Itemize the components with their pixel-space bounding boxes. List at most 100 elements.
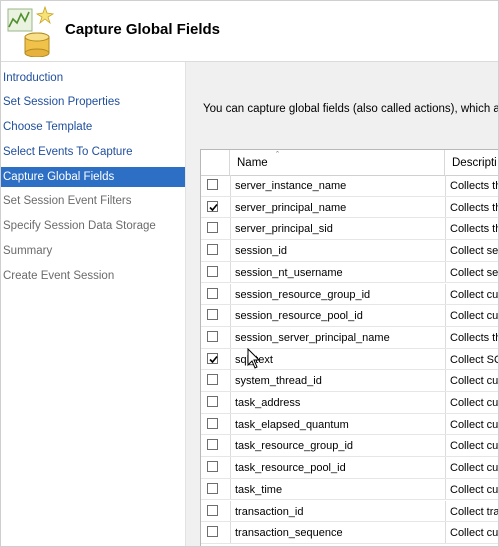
sidebar-item-create-event-session: Create Event Session — [1, 266, 185, 286]
table-row[interactable]: sql_textCollect SQ — [201, 348, 499, 371]
description-column-label: Descripti — [452, 157, 497, 169]
field-checkbox[interactable] — [207, 222, 218, 234]
sidebar-item-label: Set Session Properties — [3, 96, 120, 108]
column-divider — [230, 218, 231, 240]
field-description-cell: Collect cu — [450, 375, 499, 388]
table-row[interactable]: transaction_sequence Collect cu — [201, 522, 499, 544]
field-name-cell: server_principal_sid — [235, 223, 333, 236]
column-divider — [445, 283, 446, 305]
column-divider — [445, 175, 446, 196]
column-divider — [445, 326, 446, 348]
sidebar-item-label: Capture Global Fields — [3, 171, 115, 183]
table-row[interactable]: session_server_principal_name Collects th — [201, 326, 498, 349]
sidebar-item-label: Introduction — [3, 72, 64, 84]
column-divider — [230, 522, 231, 543]
field-description-cell: Collect cu — [450, 288, 499, 301]
column-divider — [445, 305, 446, 326]
field-checkbox[interactable] — [207, 439, 218, 451]
table-row[interactable]: task_time Collect cu — [201, 478, 498, 501]
field-name-cell: session_nt_username — [235, 266, 343, 279]
table-row[interactable]: session_resource_pool_id Collect cu — [201, 305, 499, 327]
field-name-cell: session_resource_group_id — [235, 288, 371, 301]
sidebar-item-summary: Summary — [1, 241, 185, 261]
table-row[interactable]: task_elapsed_quantum Collect cu — [201, 413, 498, 436]
sidebar-item-set-session-event-filters: Set Session Event Filters — [1, 191, 185, 211]
checkbox-column-header[interactable] — [201, 150, 230, 175]
field-checkbox[interactable] — [207, 417, 218, 429]
page-description: You can capture global fields (also call… — [203, 103, 499, 115]
column-divider — [445, 218, 446, 240]
column-divider — [230, 240, 231, 261]
table-row[interactable]: session_nt_username Collect ses — [201, 261, 498, 284]
field-checkbox[interactable] — [207, 265, 218, 277]
table-row[interactable]: session_id Collect ses — [201, 240, 498, 262]
column-divider — [230, 413, 231, 435]
table-row[interactable]: task_resource_pool_id Collect cu — [201, 457, 498, 479]
sidebar-item-specify-session-data-storage: Specify Session Data Storage — [1, 216, 185, 236]
wizard-window: Capture Global Fields Introduction Set Se… — [0, 0, 499, 547]
field-checkbox[interactable] — [207, 179, 218, 190]
column-divider — [445, 240, 446, 261]
field-checkbox[interactable] — [207, 461, 218, 473]
field-checkbox[interactable] — [207, 309, 218, 321]
table-row[interactable]: task_address Collect cu — [201, 392, 498, 414]
field-name-cell: task_time — [235, 483, 283, 496]
table-row[interactable]: system_thread_id Collect cu — [201, 370, 499, 392]
field-name-cell: transaction_id — [235, 505, 304, 518]
sidebar-item-select-events-to-capture[interactable]: Select Events To Capture — [1, 142, 185, 162]
sidebar-item-label: Specify Session Data Storage — [3, 220, 156, 232]
mouse-cursor-icon — [247, 348, 261, 369]
column-divider — [230, 283, 231, 305]
field-description-cell: Collect cu — [450, 527, 499, 540]
column-divider — [230, 478, 231, 500]
column-divider — [445, 457, 446, 478]
global-fields-grid[interactable]: Name ˆ Descripti server_instance_name Col… — [200, 149, 499, 546]
column-divider — [230, 435, 231, 457]
column-divider — [445, 478, 446, 500]
field-name-cell: task_address — [235, 397, 301, 409]
field-checkbox[interactable] — [207, 330, 218, 342]
sidebar-item-label: Summary — [3, 245, 53, 257]
column-divider — [230, 500, 231, 522]
name-column-header[interactable]: Name ˆ — [230, 150, 445, 175]
column-divider — [445, 348, 446, 370]
sidebar-item-label: Choose Template — [3, 121, 93, 133]
field-checkbox[interactable] — [207, 287, 218, 299]
main-panel: You can capture global fields (also call… — [185, 62, 499, 546]
sidebar-item-label: Set Session Event Filters — [3, 195, 132, 207]
field-description-cell: Collect SQ — [450, 353, 499, 366]
table-row[interactable]: transaction_id Collect tra — [201, 500, 498, 523]
table-row[interactable]: session_resource_group_id Collect cu — [201, 283, 499, 306]
field-checkbox[interactable] — [207, 244, 218, 256]
sidebar-item-label: Select Events To Capture — [3, 146, 133, 158]
field-description-cell: Collects th — [450, 223, 499, 236]
field-description-cell: Collect cu — [450, 310, 499, 323]
field-checkbox[interactable] — [207, 200, 218, 212]
field-checkbox[interactable] — [207, 374, 218, 386]
table-row[interactable]: task_resource_group_id Collect cu — [201, 435, 498, 458]
sidebar-item-set-session-properties[interactable]: Set Session Properties — [1, 92, 185, 112]
column-divider — [445, 413, 446, 435]
table-row[interactable]: server_principal_name Collects th — [201, 196, 498, 219]
field-checkbox[interactable] — [207, 504, 218, 516]
description-column-header[interactable]: Descripti — [445, 150, 498, 175]
column-divider — [230, 305, 231, 326]
field-checkbox[interactable] — [207, 482, 218, 494]
table-row[interactable]: server_principal_sid Collects th — [201, 218, 499, 241]
wizard-header: Capture Global Fields — [1, 1, 498, 62]
field-checkbox[interactable] — [207, 396, 218, 407]
column-divider — [230, 175, 231, 196]
column-divider — [445, 522, 446, 543]
field-checkbox[interactable] — [207, 526, 218, 538]
table-row[interactable]: server_instance_name Collects th — [201, 175, 498, 197]
sidebar-item-capture-global-fields[interactable]: Capture Global Fields — [1, 167, 185, 187]
field-checkbox[interactable] — [207, 352, 218, 364]
field-name-cell: task_resource_group_id — [235, 440, 354, 453]
column-divider — [230, 326, 231, 348]
field-name-cell: session_resource_pool_id — [235, 310, 363, 323]
column-divider — [445, 370, 446, 391]
column-divider — [445, 435, 446, 457]
column-divider — [230, 348, 231, 370]
sidebar-item-introduction[interactable]: Introduction — [1, 68, 185, 88]
sidebar-item-choose-template[interactable]: Choose Template — [1, 117, 185, 137]
